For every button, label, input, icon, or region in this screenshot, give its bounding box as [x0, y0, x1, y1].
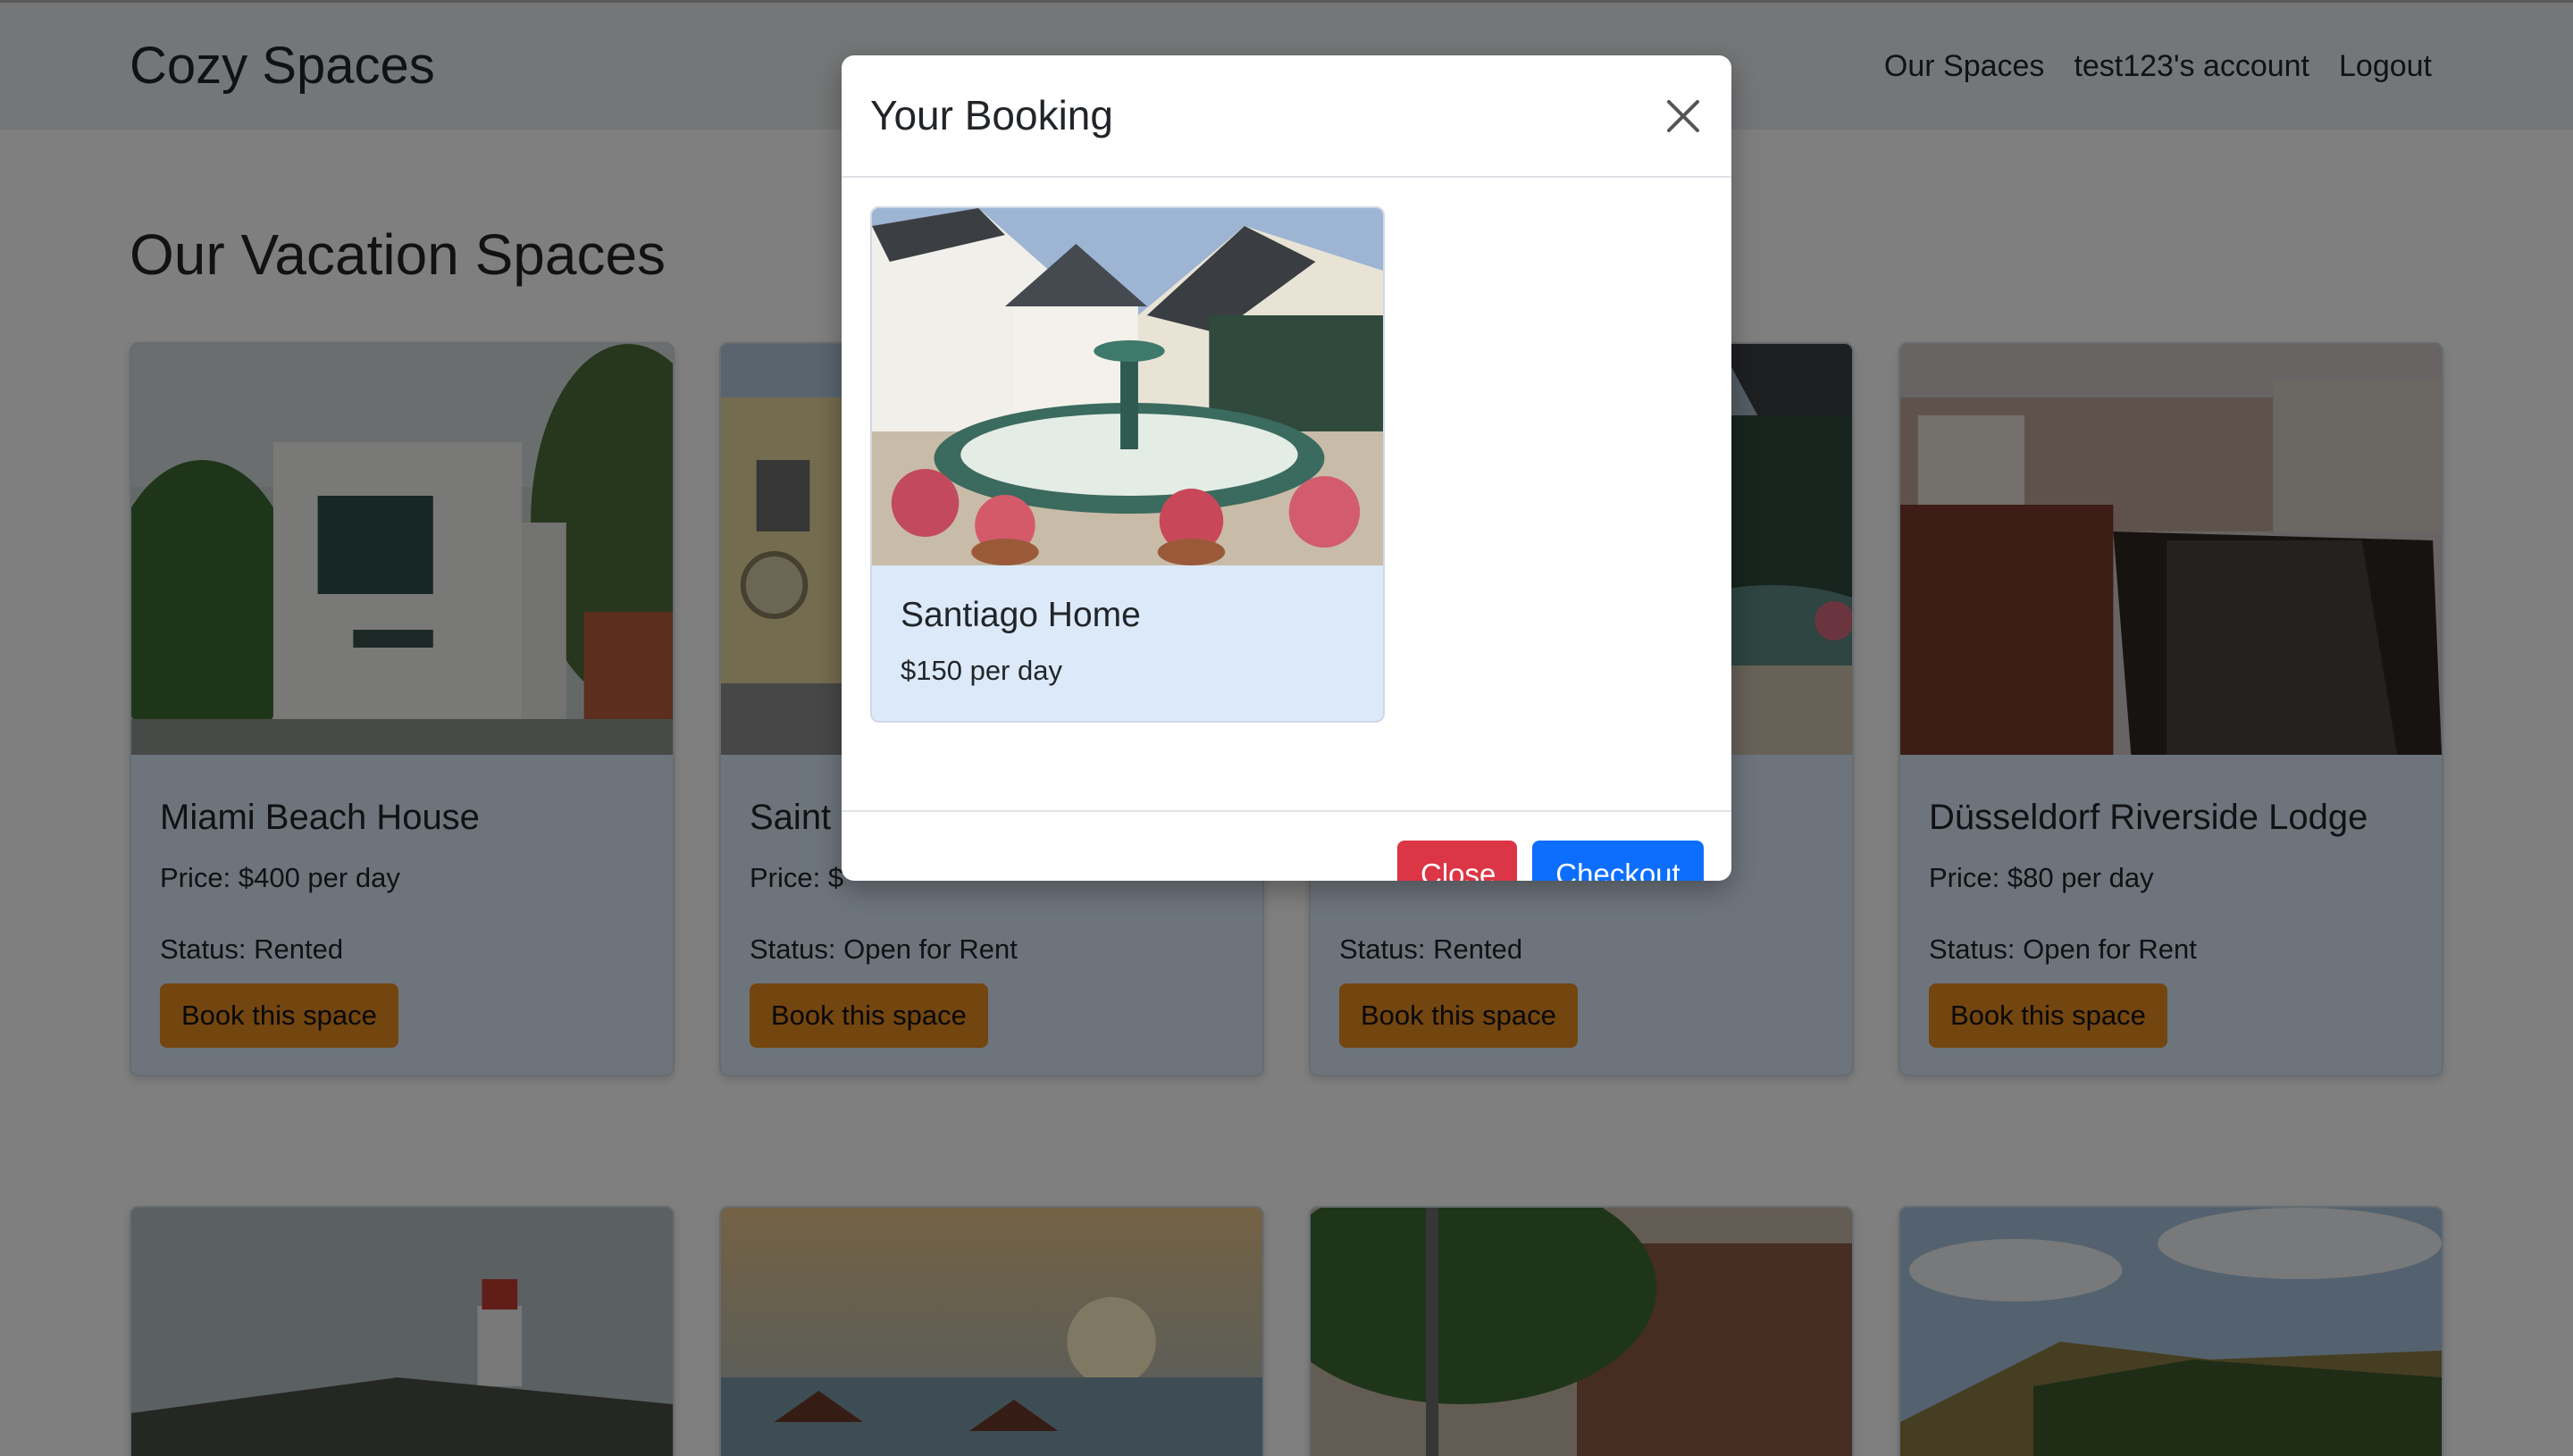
modal-body: Santiago Home $150 per day — [842, 178, 1731, 810]
modal-header: Your Booking — [842, 55, 1731, 178]
close-button[interactable]: Close — [1397, 841, 1517, 881]
modal-footer: Close Checkout — [842, 810, 1731, 881]
close-icon[interactable] — [1662, 95, 1705, 138]
modal-title: Your Booking — [870, 92, 1113, 138]
booking-item-photo — [872, 208, 1383, 565]
window-top-border — [0, 0, 2573, 3]
checkout-button[interactable]: Checkout — [1532, 841, 1704, 881]
booking-item-title: Santiago Home — [901, 596, 1141, 634]
booking-modal: Your Booking Santiago Home $150 per day … — [842, 55, 1731, 881]
booking-item-card: Santiago Home $150 per day — [870, 206, 1385, 723]
booking-item-price: $150 per day — [901, 655, 1062, 686]
